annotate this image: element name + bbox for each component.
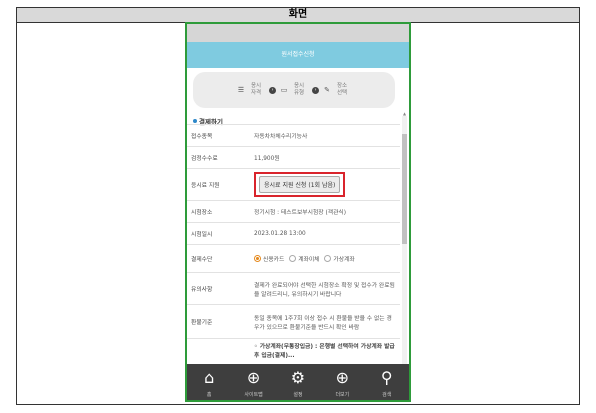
table-row: 응시료 지원 응시료 지원 신청 (1회 남음)	[187, 168, 400, 201]
frame-header: 화면	[17, 8, 579, 23]
table-row: 접수종목 자동차차체수리기능사	[187, 124, 400, 147]
row-label: 유의사항	[187, 272, 250, 305]
step-type: ▭ 응시 유형	[280, 83, 308, 97]
content-area[interactable]: ☰ 응시 자격 › ▭ 응시 유형 › ✎ 장소 선택 결제하기 접수종목 자동…	[187, 68, 409, 400]
row-value: 동일 종목에 1주7회 이상 접수 시 환불을 받을 수 없는 경우가 있으므로…	[250, 304, 400, 339]
table-row: 환불기준 동일 종목에 1주7회 이상 접수 시 환불을 받을 수 없는 경우가…	[187, 304, 400, 339]
step-label: 장소 선택	[336, 83, 348, 96]
table-row: 검정수수료 11,900원	[187, 146, 400, 169]
scrollbar[interactable]	[402, 116, 407, 400]
row-value: 2023.01.28 13:00	[250, 222, 400, 245]
mobile-screen: 원서접수신청 ☰ 응시 자격 › ▭ 응시 유형 › ✎ 장소 선택 결제하기	[185, 22, 411, 402]
row-value: ◦ 가상계좌(무통장입금) : 은행별 선택하여 가상계좌 발급 후 입금(결제…	[250, 338, 400, 361]
payment-table: 접수종목 자동차차체수리기능사 검정수수료 11,900원 응시료 지원 응시료…	[187, 124, 400, 361]
step-qualification: ☰ 응시 자격	[237, 83, 265, 97]
home-icon[interactable]: ⌂	[199, 368, 219, 388]
gear-icon[interactable]: ⚙	[288, 368, 308, 388]
step-indicator: ☰ 응시 자격 › ▭ 응시 유형 › ✎ 장소 선택	[193, 72, 395, 108]
row-label: 결제수단	[187, 244, 250, 273]
row-value: 11,900원	[250, 146, 400, 169]
row-label: 응시료 지원	[187, 168, 250, 201]
step-label: 응시 유형	[293, 83, 305, 96]
nav-search[interactable]: ⚲ 검색	[369, 368, 405, 397]
table-row: 결제수단 신용카드 계좌이체 가상계좌	[187, 244, 400, 273]
radio-icon[interactable]	[324, 254, 332, 262]
row-label: 접수종목	[187, 124, 250, 147]
nav-settings[interactable]: ⚙ 설정	[280, 368, 316, 397]
globe-icon[interactable]: ⊕	[244, 368, 264, 388]
pencil-icon: ✎	[324, 86, 330, 94]
bottom-navigation: ⌂ 홈 ⊕ 사이트맵 ⚙ 설정 ⊕ 더보기 ⚲ 검색	[187, 364, 409, 400]
fee-support-button[interactable]: 응시료 지원 신청 (1회 남음)	[259, 176, 341, 193]
row-value: 정기시험 : 테스트보부시험장 (객관식)	[250, 200, 400, 223]
radio-virtual-account[interactable]: 가상계좌	[324, 254, 355, 263]
radio-bank-transfer[interactable]: 계좌이체	[289, 254, 320, 263]
radio-credit-card[interactable]: 신용카드	[254, 254, 284, 263]
status-bar	[187, 24, 409, 42]
row-label: 시험장소	[187, 200, 250, 223]
scroll-thumb[interactable]	[402, 134, 407, 244]
table-row: ◦ 가상계좌(무통장입금) : 은행별 선택하여 가상계좌 발급 후 입금(결제…	[187, 338, 400, 361]
nav-more[interactable]: ⊕ 더보기	[324, 368, 360, 397]
step-label: 응시 자격	[250, 83, 262, 96]
radio-icon[interactable]	[289, 254, 297, 262]
table-row: 시험일시 2023.01.28 13:00	[187, 222, 400, 245]
table-row: 시험장소 정기시험 : 테스트보부시험장 (객관식)	[187, 200, 400, 223]
search-icon[interactable]: ⚲	[377, 368, 397, 388]
chevron-right-icon: ›	[312, 86, 319, 94]
nav-home[interactable]: ⌂ 홈	[191, 368, 227, 397]
doc-icon: ▭	[280, 86, 288, 94]
row-label: 환불기준	[187, 304, 250, 339]
highlight-box: 응시료 지원 신청 (1회 남음)	[254, 172, 346, 197]
plus-icon[interactable]: ⊕	[332, 368, 352, 388]
row-label: 시험일시	[187, 222, 250, 245]
list-icon: ☰	[237, 86, 245, 94]
row-value: 자동차차체수리기능사	[250, 124, 400, 147]
row-value: 결제가 완료되어야 선택한 시험장소 확정 및 접수가 완료됨을 알려드리니, …	[250, 272, 400, 305]
bullet-icon	[193, 119, 197, 123]
nav-sitemap[interactable]: ⊕ 사이트맵	[236, 368, 272, 397]
row-label	[187, 338, 250, 361]
step-location: ✎ 장소 선택	[323, 83, 351, 97]
radio-checked-icon[interactable]	[254, 254, 261, 262]
row-label: 검정수수료	[187, 146, 250, 169]
chevron-right-icon: ›	[269, 86, 276, 94]
app-title-bar: 원서접수신청	[187, 42, 409, 68]
table-row: 유의사항 결제가 완료되어야 선택한 시험장소 확정 및 접수가 완료됨을 알려…	[187, 272, 400, 305]
